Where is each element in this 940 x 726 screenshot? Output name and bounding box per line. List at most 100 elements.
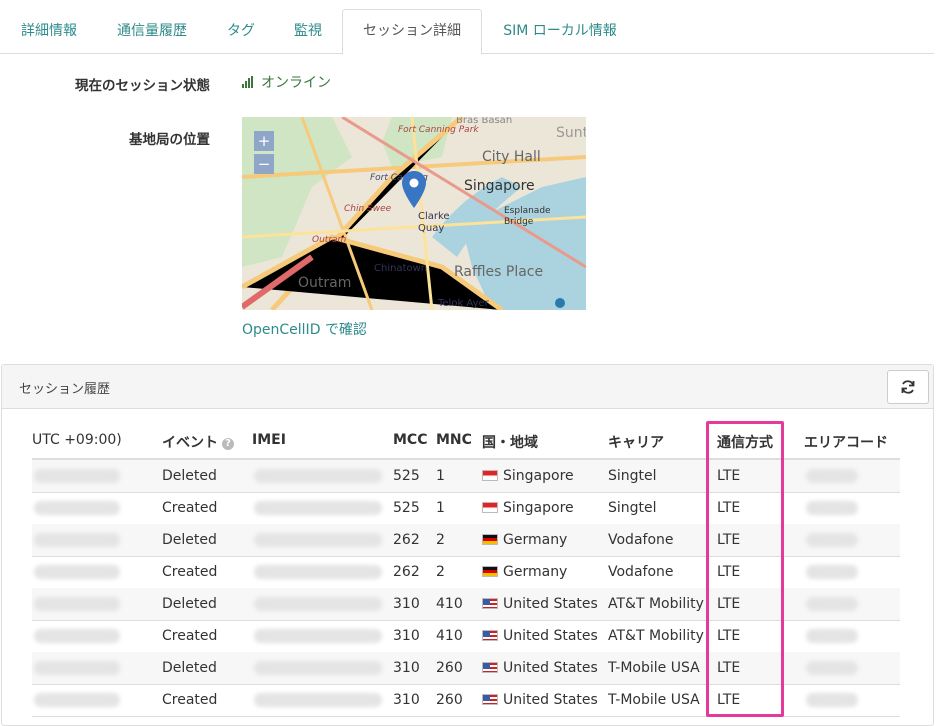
cell-mcc: 310 [393,628,420,644]
map-label-fort-canning-park: Fort Canning Park [398,125,479,135]
table-row[interactable]: Deleted 310 410 United States AT&T Mobil… [32,588,900,621]
cell-event: Created [162,692,218,708]
map-label-bras-basah: Bras Basah [456,117,513,126]
table-row[interactable]: Created 525 1 Singapore Singtel LTE [32,492,900,525]
cell-mcc: 310 [393,596,420,612]
table-row[interactable]: Created 310 410 United States AT&T Mobil… [32,620,900,653]
tab-details[interactable]: 詳細情報 [8,10,90,53]
redacted-area-code [806,597,858,611]
cell-carrier: Vodafone [608,564,674,580]
redacted-area-code [806,565,858,579]
redacted-area-code [806,693,858,707]
tab-monitoring[interactable]: 監視 [282,10,334,53]
cell-rat: LTE [717,596,741,612]
panel-header: セッション履歴 [2,365,933,409]
redacted-area-code [806,629,858,643]
tab-traffic-history[interactable]: 通信量履歴 [104,10,200,53]
country-name: United States [503,660,598,676]
cell-mcc: 262 [393,564,420,580]
tab-session-details[interactable]: セッション詳細 [342,9,482,55]
us-flag-icon [482,694,498,705]
table-row[interactable]: Created 262 2 Germany Vodafone LTE [32,556,900,589]
map-label-clarke-quay: Clarke Quay [418,211,450,234]
redacted-imei [254,597,382,611]
session-status-value: オンライン [261,75,331,91]
redacted-time [34,501,120,515]
cell-carrier: T-Mobile USA [608,692,700,708]
cell-country: Germany [482,524,567,556]
cell-event: Created [162,628,218,644]
cell-event: Deleted [162,596,217,612]
map-label-telok-ayer: Telok Ayer [438,298,489,309]
cell-carrier: AT&T Mobility [608,596,704,612]
redacted-imei [254,693,382,707]
country-name: Singapore [503,468,574,484]
table-row[interactable]: Deleted 525 1 Singapore Singtel LTE [32,460,900,493]
map-label-raffles-place: Raffles Place [454,264,544,280]
us-flag-icon [482,598,498,609]
cell-mnc: 260 [436,692,463,708]
germany-flag-icon [482,534,498,545]
refresh-icon [901,380,915,394]
cell-country: United States [482,588,598,620]
redacted-imei [254,469,382,483]
redacted-area-code [806,533,858,547]
redacted-imei [254,565,382,579]
country-name: Germany [503,532,568,548]
redacted-time [34,693,120,707]
singapore-flag-icon [482,502,498,513]
redacted-time [34,469,120,483]
germany-flag-icon [482,566,498,577]
refresh-button[interactable] [887,370,929,404]
tab-sim-local-info[interactable]: SIM ローカル情報 [490,10,630,53]
table-row[interactable]: Created 310 260 United States T-Mobile U… [32,684,900,717]
map-label-outram: Outram [298,275,352,291]
redacted-area-code [806,661,858,675]
cell-event: Deleted [162,468,217,484]
cell-event: Created [162,500,218,516]
opencellid-link[interactable]: OpenCellID で確認 [242,319,367,339]
redacted-imei [254,501,382,515]
cell-carrier: Singtel [608,468,657,484]
table-row[interactable]: Deleted 262 2 Germany Vodafone LTE [32,524,900,557]
cell-event: Created [162,564,218,580]
cell-mnc: 260 [436,660,463,676]
cell-rat: LTE [717,500,741,516]
session-status-label: 現在のセッション状態 [75,78,210,94]
cell-rat: LTE [717,660,741,676]
cell-mnc: 1 [436,468,445,484]
redacted-imei [254,533,382,547]
redacted-time [34,533,120,547]
singapore-flag-icon [482,470,498,481]
map-label-city-hall: City Hall [482,149,541,165]
cell-carrier: T-Mobile USA [608,660,700,676]
session-status: オンライン [242,72,331,92]
redacted-area-code [806,501,858,515]
cell-mcc: 525 [393,500,420,516]
redacted-time [34,661,120,675]
cell-carrier: AT&T Mobility [608,628,704,644]
map-label-chin-swee: Chin Swee [344,204,392,214]
country-name: United States [503,692,598,708]
table-row[interactable]: Deleted 310 260 United States T-Mobile U… [32,652,900,685]
cell-rat: LTE [717,468,741,484]
map-zoom-out-button[interactable]: − [254,154,274,174]
base-station-map[interactable]: + − Fort Canning Park Bras Basah Sunt Ci… [242,117,586,310]
map-marker-icon[interactable] [401,170,427,210]
cell-mcc: 262 [393,532,420,548]
us-flag-icon [482,662,498,673]
cell-mnc: 1 [436,500,445,516]
cell-country: United States [482,652,598,684]
redacted-time [34,629,120,643]
us-flag-icon [482,630,498,641]
cell-mnc: 410 [436,628,463,644]
redacted-time [34,597,120,611]
map-zoom-in-button[interactable]: + [254,131,274,151]
session-history-title: セッション履歴 [19,382,111,397]
cell-mcc: 310 [393,692,420,708]
cell-country: Germany [482,556,567,588]
help-icon[interactable]: ? [222,438,234,450]
tab-tags[interactable]: タグ [214,10,268,53]
cell-mnc: 410 [436,596,463,612]
cell-rat: LTE [717,692,741,708]
